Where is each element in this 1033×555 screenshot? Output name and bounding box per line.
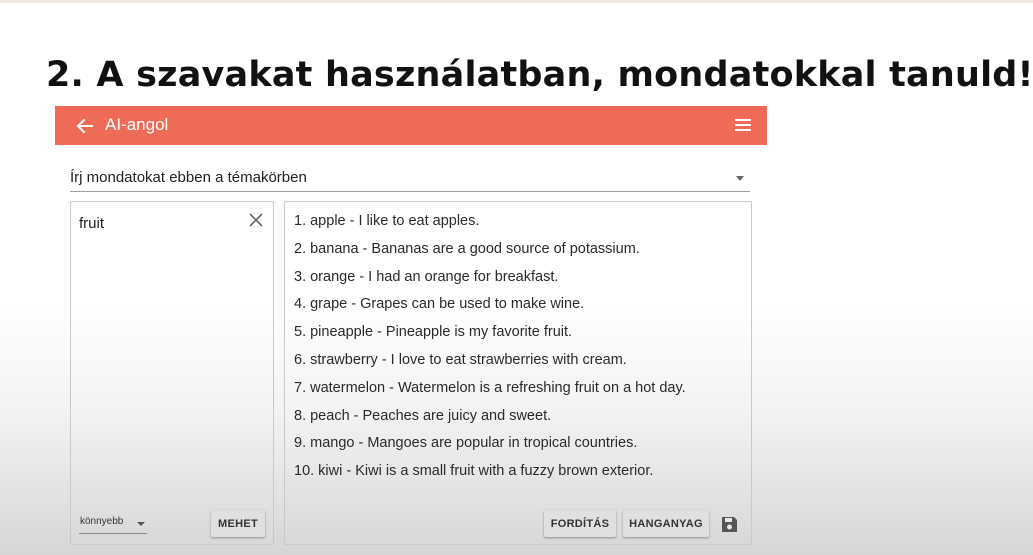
- sentence-item: 5. pineapple - Pineapple is my favorite …: [294, 324, 573, 341]
- topic-word-input[interactable]: [79, 212, 239, 234]
- arrow-left-icon[interactable]: [75, 116, 95, 136]
- sentence-item: 10. kiwi - Kiwi is a small fruit with a …: [294, 463, 654, 480]
- chevron-down-icon: [137, 522, 145, 526]
- sentence-item: 3. orange - I had an orange for breakfas…: [294, 268, 559, 285]
- close-icon[interactable]: [249, 212, 263, 227]
- sentence-item: 6. strawberry - I love to eat strawberri…: [294, 351, 627, 368]
- sentence-item: 2. banana - Bananas are a good source of…: [294, 240, 640, 257]
- hamburger-menu-icon[interactable]: [735, 117, 751, 133]
- sentence-item: 4. grape - Grapes can be used to make wi…: [294, 296, 585, 313]
- difficulty-select-value: könnyebb: [80, 516, 124, 527]
- difficulty-select[interactable]: könnyebb: [79, 513, 147, 534]
- top-divider: [0, 0, 1033, 3]
- floppy-disk-icon[interactable]: [721, 516, 738, 533]
- app-bar: AI-angol: [55, 106, 767, 145]
- audio-button[interactable]: HANGANYAG: [623, 510, 709, 537]
- sentence-item: 1. apple - I like to eat apples.: [294, 213, 480, 229]
- sentence-item: 7. watermelon - Watermelon is a refreshi…: [294, 379, 686, 396]
- app-title: AI-angol: [105, 115, 169, 134]
- topic-select-label: Írj mondatokat ebben a témakörben: [70, 169, 307, 186]
- sentence-list: 1. apple - I like to eat apples. 2. bana…: [294, 211, 686, 489]
- go-button[interactable]: MEHET: [211, 510, 265, 537]
- slide-title: 2. A szavakat használatban, mondatokkal …: [46, 55, 1033, 95]
- input-panel: könnyebb MEHET: [70, 201, 274, 545]
- chevron-down-icon: [736, 176, 744, 181]
- topic-select[interactable]: Írj mondatokat ebben a témakörben: [70, 164, 750, 192]
- sentence-item: 8. peach - Peaches are juicy and sweet.: [294, 407, 552, 424]
- output-panel: 1. apple - I like to eat apples. 2. bana…: [284, 201, 752, 545]
- translate-button[interactable]: FORDÍTÁS: [544, 510, 616, 537]
- sentence-item: 9. mango - Mangoes are popular in tropic…: [294, 435, 638, 452]
